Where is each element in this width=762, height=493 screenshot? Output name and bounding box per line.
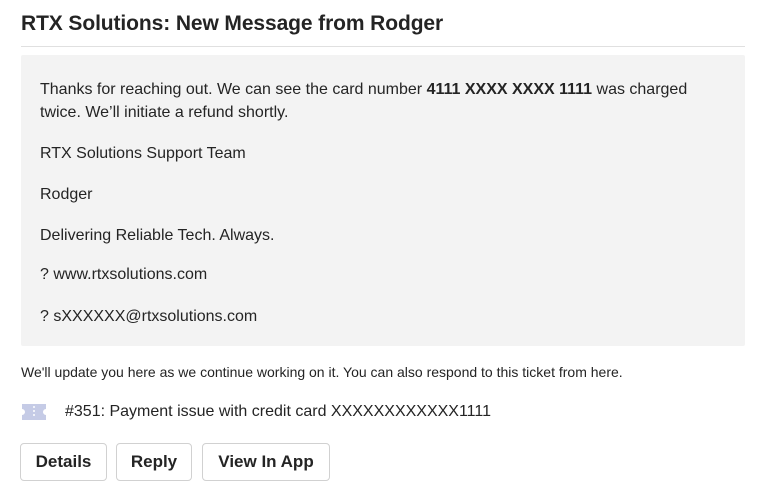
update-note: We'll update you here as we continue wor… [21,364,623,380]
signature-website: ? www.rtxsolutions.com [40,266,208,283]
card-number: 4111 XXXX XXXX 1111 [426,81,593,98]
ticket-text: #351: Payment issue with credit card XXX… [65,403,491,420]
signature-email: ? sXXXXXX@rtxsolutions.com [40,308,258,325]
signature-sender: Rodger [40,186,93,203]
message-title: RTX Solutions: New Message from Rodger [21,12,444,35]
signature-tagline: Delivering Reliable Tech. Always. [40,227,275,244]
signature-team: RTX Solutions Support Team [40,145,246,162]
ticket-icon [21,402,47,422]
reply-button[interactable]: Reply [116,443,192,481]
details-button[interactable]: Details [20,443,107,481]
title-divider [21,46,745,47]
message-intro: Thanks for reaching out. We can see the … [40,78,715,124]
intro-text-start: Thanks for reaching out. We can see the … [40,81,427,98]
ticket-reference: #351: Payment issue with credit card XXX… [21,400,491,424]
view-in-app-button[interactable]: View In App [202,443,330,481]
message-body: Thanks for reaching out. We can see the … [21,55,745,346]
